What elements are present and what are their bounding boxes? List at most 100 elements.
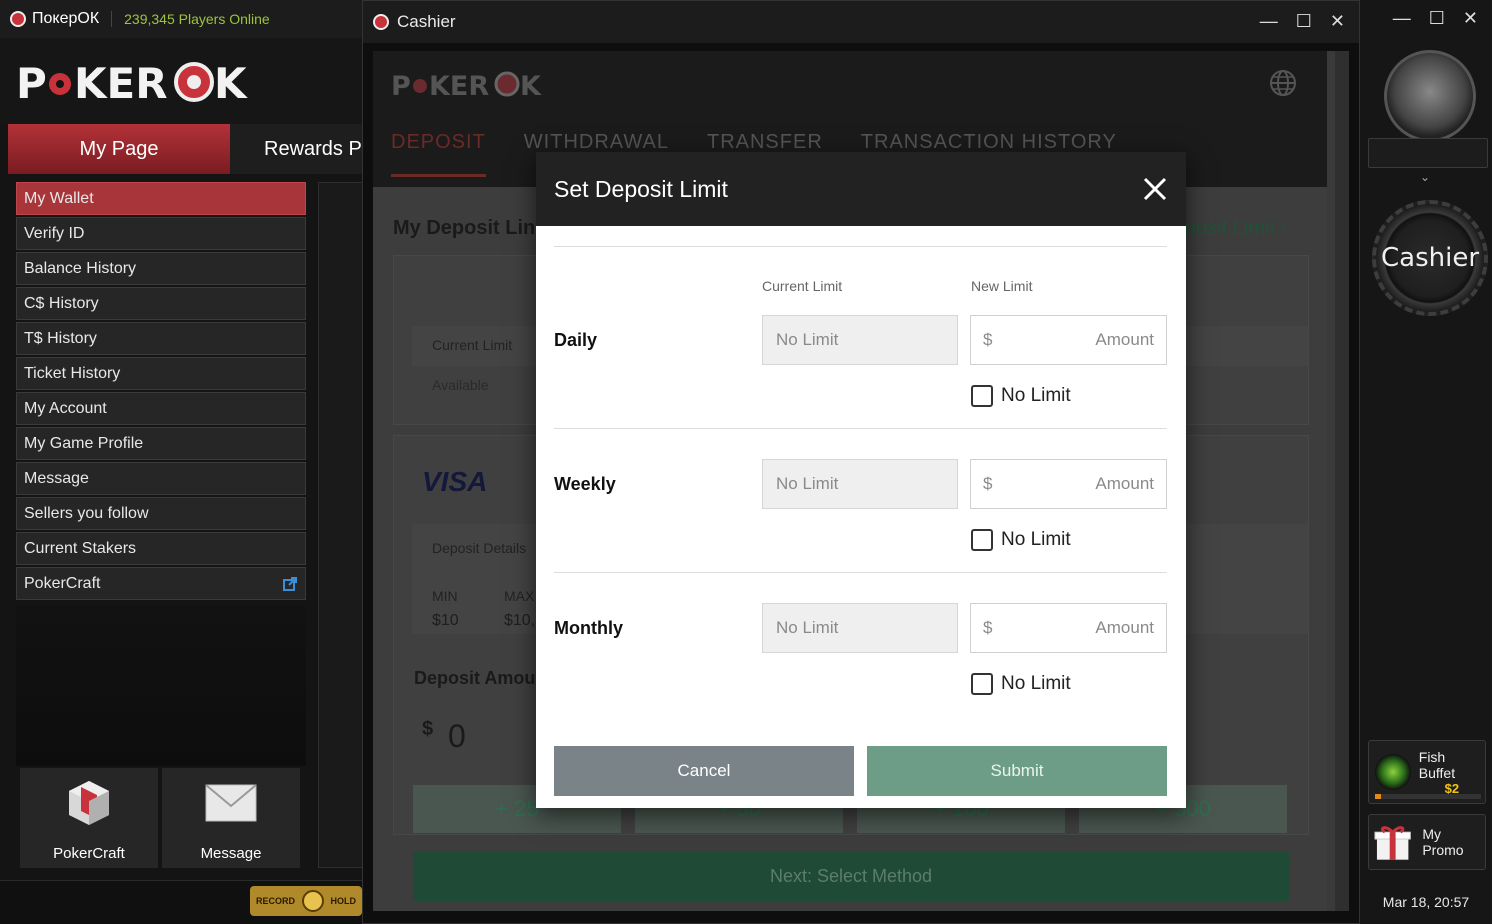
divider xyxy=(554,428,1167,429)
monthly-label: Monthly xyxy=(554,618,623,638)
minimize-icon[interactable]: — xyxy=(1393,8,1411,29)
pokercraft-tile-label: PokerCraft xyxy=(53,845,125,862)
cashier-pokerok-logo-icon: P KER K xyxy=(391,71,542,99)
message-tile[interactable]: Message xyxy=(162,768,300,868)
svg-text:P: P xyxy=(391,71,411,99)
sidebar-item-sellers-you-follow[interactable]: Sellers you follow xyxy=(16,497,306,530)
my-promo-label: My Promo xyxy=(1422,826,1464,858)
weekly-new-limit-input[interactable]: $ Amount xyxy=(970,459,1167,509)
fish-buffet-widget[interactable]: Fish Buffet $2 xyxy=(1368,740,1486,804)
submit-button[interactable]: Submit xyxy=(867,746,1167,796)
currency-symbol: $ xyxy=(983,330,993,349)
next-select-method-button[interactable]: Next: Select Method xyxy=(413,851,1289,901)
minimize-icon[interactable]: — xyxy=(1260,11,1278,32)
client-logo-area: P KER K xyxy=(0,38,362,124)
tab-rewards-program[interactable]: Rewards Pr xyxy=(230,124,362,174)
sidebar-item-label: PokerCraft xyxy=(24,574,101,592)
avatar[interactable] xyxy=(1384,50,1476,142)
sidebar-item-verify-id[interactable]: Verify ID xyxy=(16,217,306,250)
sidebar-item-balance-history[interactable]: Balance History xyxy=(16,252,306,285)
svg-text:K: K xyxy=(214,59,248,106)
sidebar-item-cs-history[interactable]: C$ History xyxy=(16,287,306,320)
min-value: $10 xyxy=(432,612,459,629)
set-deposit-limit-link[interactable]: posit Limit › xyxy=(1185,217,1287,240)
visa-logo[interactable]: VISA xyxy=(422,466,487,498)
modal-title: Set Deposit Limit xyxy=(554,175,728,202)
close-icon[interactable] xyxy=(1142,176,1168,202)
svg-text:K: K xyxy=(520,71,542,99)
chevron-down-icon[interactable]: ⌄ xyxy=(1420,170,1430,184)
deposit-limit-link-label: posit Limit xyxy=(1185,217,1276,239)
record-badge-right: HOLD xyxy=(330,896,356,906)
no-limit-label: No Limit xyxy=(1001,385,1071,406)
my-page-content-panel xyxy=(318,182,368,868)
cashier-window-controls: — ☐ ✕ xyxy=(1260,11,1345,32)
my-promo-widget[interactable]: My Promo xyxy=(1368,814,1486,870)
fish-buffet-icon xyxy=(1375,754,1411,790)
chevron-right-icon: › xyxy=(1280,217,1288,239)
message-tile-label: Message xyxy=(200,845,262,862)
currency-symbol: $ xyxy=(422,718,434,740)
monthly-no-limit-checkbox[interactable]: No Limit xyxy=(971,672,1071,696)
globe-icon[interactable] xyxy=(1269,69,1297,97)
monthly-new-limit-input[interactable]: $ Amount xyxy=(970,603,1167,653)
players-online: 239,345 Players Online xyxy=(124,11,270,27)
maximize-icon[interactable]: ☐ xyxy=(1429,8,1445,29)
daily-no-limit-checkbox[interactable]: No Limit xyxy=(971,384,1071,408)
cashier-titlebar: Cashier — ☐ ✕ xyxy=(363,1,1359,43)
current-limit-column-header: Current Limit xyxy=(762,278,843,294)
record-badge-left: RECORD xyxy=(256,896,296,906)
amount-placeholder: Amount xyxy=(1095,474,1154,493)
weekly-label: Weekly xyxy=(554,474,616,494)
fish-buffet-progress xyxy=(1375,794,1481,799)
checkbox-unchecked-icon xyxy=(971,385,993,407)
amount-placeholder: Amount xyxy=(1095,330,1154,349)
envelope-icon xyxy=(205,784,257,822)
sidebar-item-pokercraft[interactable]: PokerCraft xyxy=(16,567,306,600)
sidebar-item-my-game-profile[interactable]: My Game Profile xyxy=(16,427,306,460)
sidebar-item-my-wallet[interactable]: My Wallet xyxy=(16,182,306,215)
close-icon[interactable]: ✕ xyxy=(1463,8,1478,29)
divider xyxy=(111,11,113,27)
daily-label: Daily xyxy=(554,330,598,350)
deposit-amount-label: Deposit Amou xyxy=(414,668,536,688)
svg-text:KER: KER xyxy=(74,59,168,106)
current-limit-label: Current Limit xyxy=(432,337,513,353)
weekly-no-limit-checkbox[interactable]: No Limit xyxy=(971,528,1071,552)
sidebar-item-message[interactable]: Message xyxy=(16,462,306,495)
sidebar-item-current-stakers[interactable]: Current Stakers xyxy=(16,532,306,565)
deposit-amount-input[interactable]: 0 xyxy=(448,718,466,755)
tab-deposit[interactable]: DEPOSIT xyxy=(391,131,486,177)
maximize-icon[interactable]: ☐ xyxy=(1296,11,1312,32)
currency-symbol: $ xyxy=(983,474,993,493)
cashier-chip-label: Cashier xyxy=(1380,243,1480,273)
max-value: $10, xyxy=(504,612,536,629)
max-label: MAX xyxy=(504,588,535,604)
daily-new-limit-input[interactable]: $ Amount xyxy=(970,315,1167,365)
avatar-name-box xyxy=(1368,138,1488,168)
divider xyxy=(554,572,1167,573)
tab-my-page[interactable]: My Page xyxy=(8,124,230,174)
pokerok-chip-icon xyxy=(10,11,26,27)
set-deposit-limit-modal: Set Deposit Limit Current Limit New Limi… xyxy=(536,152,1186,808)
sidebar-item-my-account[interactable]: My Account xyxy=(16,392,306,425)
sidebar-item-ts-history[interactable]: T$ History xyxy=(16,322,306,355)
sidebar-item-ticket-history[interactable]: Ticket History xyxy=(16,357,306,390)
pokercraft-tile[interactable]: PokerCraft xyxy=(20,768,158,868)
currency-symbol: $ xyxy=(983,618,993,637)
client-window-controls: — ☐ ✕ xyxy=(1393,8,1478,29)
close-icon[interactable]: ✕ xyxy=(1330,11,1345,32)
no-limit-label: No Limit xyxy=(1001,673,1071,694)
sidebar-spacer xyxy=(16,606,306,766)
cashier-chip-button[interactable]: Cashier xyxy=(1372,200,1488,316)
app-name: ПокерОК xyxy=(32,10,100,27)
min-label: MIN xyxy=(432,588,458,604)
svg-text:KER: KER xyxy=(429,71,489,99)
checkbox-unchecked-icon xyxy=(971,529,993,551)
scrollbar[interactable] xyxy=(1335,51,1349,911)
cashier-window-title: Cashier xyxy=(397,12,456,31)
daily-current-limit-field: No Limit xyxy=(762,315,958,365)
fish-buffet-label: Fish Buffet xyxy=(1418,748,1456,781)
cancel-button[interactable]: Cancel xyxy=(554,746,854,796)
checkbox-unchecked-icon xyxy=(971,673,993,695)
